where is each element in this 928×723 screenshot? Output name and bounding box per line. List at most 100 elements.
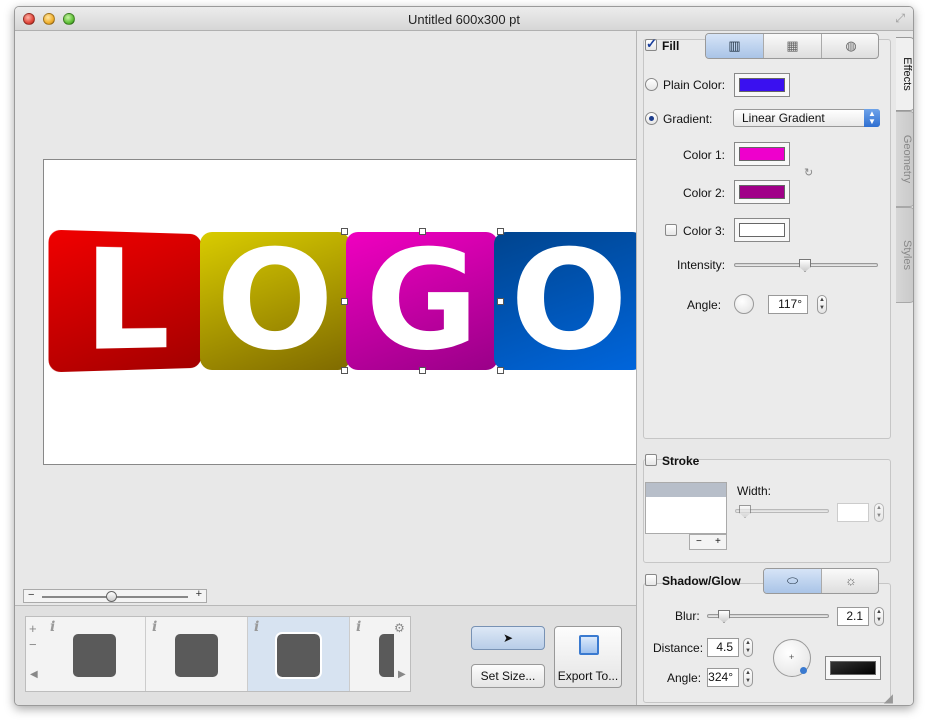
stroke-width-label: Width: <box>737 484 772 498</box>
stroke-checkbox[interactable] <box>645 454 657 466</box>
shadow-color-well <box>830 661 876 675</box>
fill-checkbox[interactable] <box>645 36 657 52</box>
distance-stepper[interactable]: ▲ ▼ <box>743 638 753 657</box>
stroke-list-controls: − + <box>689 534 727 550</box>
dial-handle-icon[interactable] <box>800 667 807 674</box>
swap-colors-icon[interactable]: ↻ <box>804 166 813 179</box>
zoom-out-icon[interactable]: − <box>28 589 34 601</box>
distance-field[interactable]: 4.5 <box>707 638 739 657</box>
export-label: Export To... <box>557 669 619 683</box>
plain-color-radio[interactable] <box>645 78 658 91</box>
selection-handle[interactable] <box>497 367 504 374</box>
fill-label: Fill <box>662 39 680 53</box>
gradient-label: Gradient: <box>663 112 713 126</box>
shadow-color-swatch[interactable] <box>825 656 881 680</box>
angle-dial[interactable] <box>734 294 754 314</box>
angle-stepper[interactable]: ▲ ▼ <box>817 295 827 314</box>
shadow-mode-segmented[interactable]: ⬭ ☼ <box>763 568 879 594</box>
tab-geometry[interactable]: Geometry <box>896 111 913 207</box>
image-fill-icon[interactable]: ▦ <box>764 34 822 58</box>
set-size-button[interactable]: Set Size... <box>471 664 545 688</box>
layer-thumbnail[interactable]: i <box>350 617 394 691</box>
fullscreen-icon[interactable]: ⤢ <box>895 11 905 26</box>
color1-well <box>739 147 785 161</box>
color1-swatch[interactable] <box>734 142 790 166</box>
shadow-checkbox[interactable] <box>645 574 657 586</box>
scroll-left-icon[interactable]: ◀ <box>30 669 38 680</box>
pointer-icon: ➤ <box>502 631 514 645</box>
selection-handle[interactable] <box>419 367 426 374</box>
shadow-angle-field[interactable]: 324° <box>707 668 739 687</box>
color2-label: Color 2: <box>683 186 726 200</box>
plain-color-well <box>739 78 785 92</box>
logo-letter: O <box>510 232 628 370</box>
color2-well <box>739 185 785 199</box>
blur-stepper[interactable]: ▲ ▼ <box>874 607 884 626</box>
zoom-knob[interactable] <box>106 591 117 602</box>
angle-field[interactable]: 117° <box>768 295 808 314</box>
tab-styles[interactable]: Styles <box>896 207 913 303</box>
color3-swatch[interactable] <box>734 218 790 242</box>
info-icon[interactable]: i <box>50 619 55 635</box>
layer-thumbnail[interactable]: i <box>44 617 146 691</box>
zoom-slider[interactable]: − + <box>23 588 207 603</box>
info-icon[interactable]: i <box>254 619 259 635</box>
tab-label: Styles <box>901 240 913 270</box>
add-stroke-icon[interactable]: + <box>715 536 721 547</box>
selection-handle[interactable] <box>341 228 348 235</box>
intensity-label: Intensity: <box>677 258 726 272</box>
select-tool-button[interactable]: ➤ <box>471 626 545 650</box>
glow-icon[interactable]: ☼ <box>822 569 878 593</box>
fill-mode-segmented[interactable]: ▥ ▦ ◍ <box>705 33 879 59</box>
selection-handle[interactable] <box>419 228 426 235</box>
distance-label: Distance: <box>653 641 704 655</box>
gradient-radio[interactable] <box>645 112 658 125</box>
logo-tile-o2[interactable]: O <box>494 232 636 370</box>
color3-well <box>739 223 785 237</box>
layer-preview <box>275 632 322 679</box>
tab-effects[interactable]: Effects <box>896 37 913 111</box>
stroke-list-row[interactable] <box>646 483 726 497</box>
remove-stroke-icon[interactable]: − <box>696 536 702 547</box>
stroke-list[interactable] <box>645 482 727 534</box>
logo-tile-l[interactable]: L <box>48 229 202 373</box>
resize-grip-icon[interactable]: ◢ <box>884 691 893 705</box>
plain-color-swatch[interactable] <box>734 73 790 97</box>
stroke-width-field[interactable] <box>837 503 869 522</box>
color2-swatch[interactable] <box>734 180 790 204</box>
gradient-fill-icon[interactable]: ▥ <box>706 34 764 58</box>
selection-handle[interactable] <box>341 367 348 374</box>
remove-layer-icon[interactable]: − <box>29 637 37 652</box>
shadow-icon[interactable]: ⬭ <box>764 569 822 593</box>
layer-thumbnail-selected[interactable]: i <box>248 617 350 691</box>
scroll-right-icon[interactable]: ▶ <box>398 669 406 680</box>
selection-handle[interactable] <box>497 228 504 235</box>
pattern-fill-icon[interactable]: ◍ <box>822 34 878 58</box>
logo-tile-o[interactable]: O <box>200 232 350 370</box>
export-icon <box>579 635 599 655</box>
gear-icon[interactable]: ⚙ <box>394 621 405 635</box>
canvas-area[interactable]: L O G O <box>15 31 637 605</box>
layer-preview <box>73 634 116 677</box>
inspector-tabs: Effects Geometry Styles <box>896 31 913 705</box>
info-icon[interactable]: i <box>356 619 361 635</box>
logo-letter: O <box>216 232 334 370</box>
stroke-width-stepper[interactable]: ▲ ▼ <box>874 503 884 522</box>
blur-field[interactable]: 2.1 <box>837 607 869 626</box>
add-layer-icon[interactable]: + <box>29 621 37 636</box>
logo-tile-g[interactable]: G <box>346 232 498 370</box>
zoom-in-icon[interactable]: + <box>196 588 202 600</box>
angle-label: Angle: <box>687 298 722 312</box>
color3-checkbox[interactable] <box>665 224 677 236</box>
info-icon[interactable]: i <box>152 619 157 635</box>
selection-handle[interactable] <box>497 298 504 305</box>
export-button[interactable]: Export To... <box>554 626 622 688</box>
selection-handle[interactable] <box>341 298 348 305</box>
artboard[interactable]: L O G O <box>43 159 637 465</box>
gradient-type-popup[interactable]: Linear Gradient ▲ ▼ <box>733 109 880 127</box>
shadow-angle-dial[interactable]: + <box>773 639 811 677</box>
shadow-angle-stepper[interactable]: ▲ ▼ <box>743 668 753 687</box>
color3-label: Color 3: <box>683 224 726 238</box>
layer-thumbnail[interactable]: i <box>146 617 248 691</box>
bottom-bar: + − ◀ i i i i ⚙ ▶ ➤ Set Size... Export T… <box>15 605 636 705</box>
